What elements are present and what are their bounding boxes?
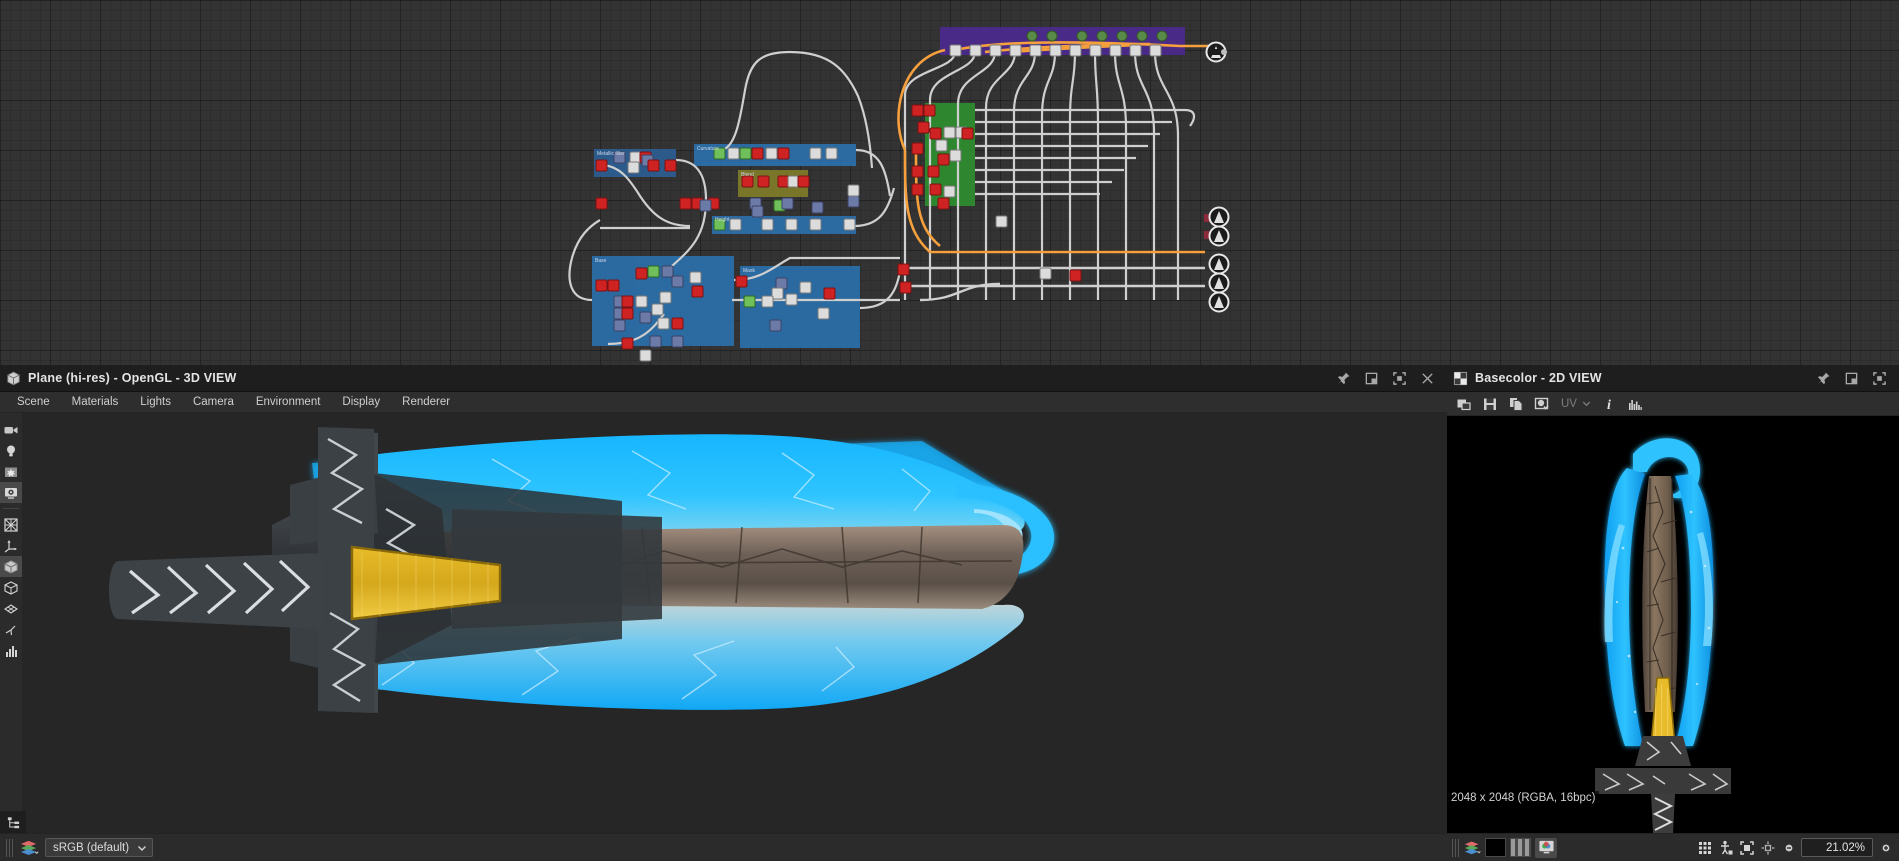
new-view-icon[interactable] [1453,394,1474,414]
menu-lights[interactable]: Lights [129,394,182,410]
uv-grid-icon[interactable] [0,514,22,535]
wireframe-cube-icon[interactable] [0,577,22,598]
zoom-level-value: 21.02% [1825,841,1865,854]
sword-render-3d [22,413,1447,838]
cube-icon [6,371,21,386]
graph-output-node [1205,41,1227,63]
camera-icon[interactable] [0,419,22,440]
colorspace-select[interactable]: sRGB (default) [45,838,153,857]
3d-view-menubar: Scene Materials Lights Camera Environmen… [0,392,1447,413]
tile-grid-icon[interactable] [1696,839,1713,856]
color-layers-icon[interactable] [20,839,39,856]
sword-texture-2d [1447,416,1899,833]
fit-to-view-icon[interactable] [1738,839,1755,856]
2d-view-titlebar: Basecolor - 2D VIEW [1447,365,1899,392]
colorspace-value: sRGB (default) [53,841,130,854]
info-icon[interactable]: i [1599,394,1620,414]
menu-scene[interactable]: Scene [6,394,61,410]
histogram-icon[interactable] [0,640,22,661]
pin-icon[interactable] [1816,371,1831,386]
sword-handle [109,553,322,629]
black-swatch[interactable] [1485,838,1506,857]
menu-environment[interactable]: Environment [245,394,332,410]
light-bulb-icon[interactable] [0,440,22,461]
maximize-icon[interactable] [1872,371,1887,386]
graph-links: Metallic filter Curvature Blend Height B… [568,27,1230,362]
pin-icon[interactable] [1336,371,1351,386]
2d-view-toolbar: UV i [1447,392,1899,416]
histogram-icon[interactable] [1625,394,1646,414]
display-color-icon[interactable] [1535,837,1557,858]
copy-icon[interactable] [1505,394,1526,414]
graph-output-node [1208,253,1230,275]
2d-view-title: Basecolor - 2D VIEW [1475,371,1602,385]
center-view-icon[interactable] [1759,839,1776,856]
3d-view-left-toolbar [0,413,22,838]
drag-grip[interactable] [1452,838,1460,857]
3d-viewport[interactable] [22,413,1447,838]
svg-text:Height: Height [715,217,730,223]
channel-picker-icon[interactable] [1531,394,1552,414]
2d-view-statusbar: 21.02% [1447,833,1899,861]
save-icon[interactable] [1479,394,1500,414]
3d-view-statusbar: sRGB (default) [0,833,1447,861]
graph-output-node [1208,291,1230,313]
checker-icon [1453,371,1468,386]
restore-icon[interactable] [1364,371,1379,386]
color-layers-icon[interactable] [1464,839,1481,856]
maximize-icon[interactable] [1392,371,1407,386]
menu-renderer[interactable]: Renderer [391,394,461,410]
menu-display[interactable]: Display [331,394,391,410]
node-graph-canvas[interactable]: Metallic filter Curvature Blend Height B… [0,0,1899,365]
material-settings-icon[interactable] [0,482,22,503]
svg-text:Mask: Mask [743,268,755,274]
graph-output-node [1204,206,1230,228]
image-info-label: 2048 x 2048 (RGBA, 16bpc) [1447,791,1600,805]
3d-view-titlebar: Plane (hi-res) - OpenGL - 3D VIEW [0,365,1447,392]
graph-output-node [1204,225,1230,247]
graph-output-node [1208,272,1230,294]
restore-icon[interactable] [1844,371,1859,386]
svg-text:Base: Base [595,258,607,264]
zoom-level-field[interactable]: 21.02% [1801,838,1873,857]
svg-text:Blend: Blend [741,172,754,178]
chevron-down-icon [1581,398,1592,409]
scene-tree-icon[interactable] [0,811,26,833]
svg-text:Metallic filter: Metallic filter [597,151,625,157]
channels-swatch[interactable] [1510,838,1531,857]
drag-grip[interactable] [6,838,14,857]
3d-view-title: Plane (hi-res) - OpenGL - 3D VIEW [28,371,237,385]
zoom-in-icon[interactable] [1877,839,1894,856]
uv-dropdown[interactable]: UV [1557,394,1594,414]
svg-text:i: i [1608,398,1612,412]
close-icon[interactable] [1420,371,1435,386]
menu-camera[interactable]: Camera [182,394,245,410]
zoom-out-icon[interactable] [1780,839,1797,856]
2d-viewport[interactable]: 2048 x 2048 (RGBA, 16bpc) [1447,416,1899,833]
shaded-cube-icon[interactable] [0,556,22,577]
axis-gizmo-icon[interactable] [0,535,22,556]
measure-icon[interactable] [1717,839,1734,856]
panel-2d-view: Basecolor - 2D VIEW UV i 2048 x 2048 (RG… [1447,365,1899,861]
svg-text:Curvature: Curvature [697,146,719,152]
chevron-down-icon [136,842,148,854]
toolbar-divider [3,508,19,509]
panel-3d-view: Plane (hi-res) - OpenGL - 3D VIEW Scene … [0,365,1447,861]
menu-materials[interactable]: Materials [61,394,130,410]
uv-dropdown-label: UV [1561,397,1577,410]
environment-image-icon[interactable] [0,461,22,482]
plane-mesh-icon[interactable] [0,598,22,619]
normals-icon[interactable] [0,619,22,640]
